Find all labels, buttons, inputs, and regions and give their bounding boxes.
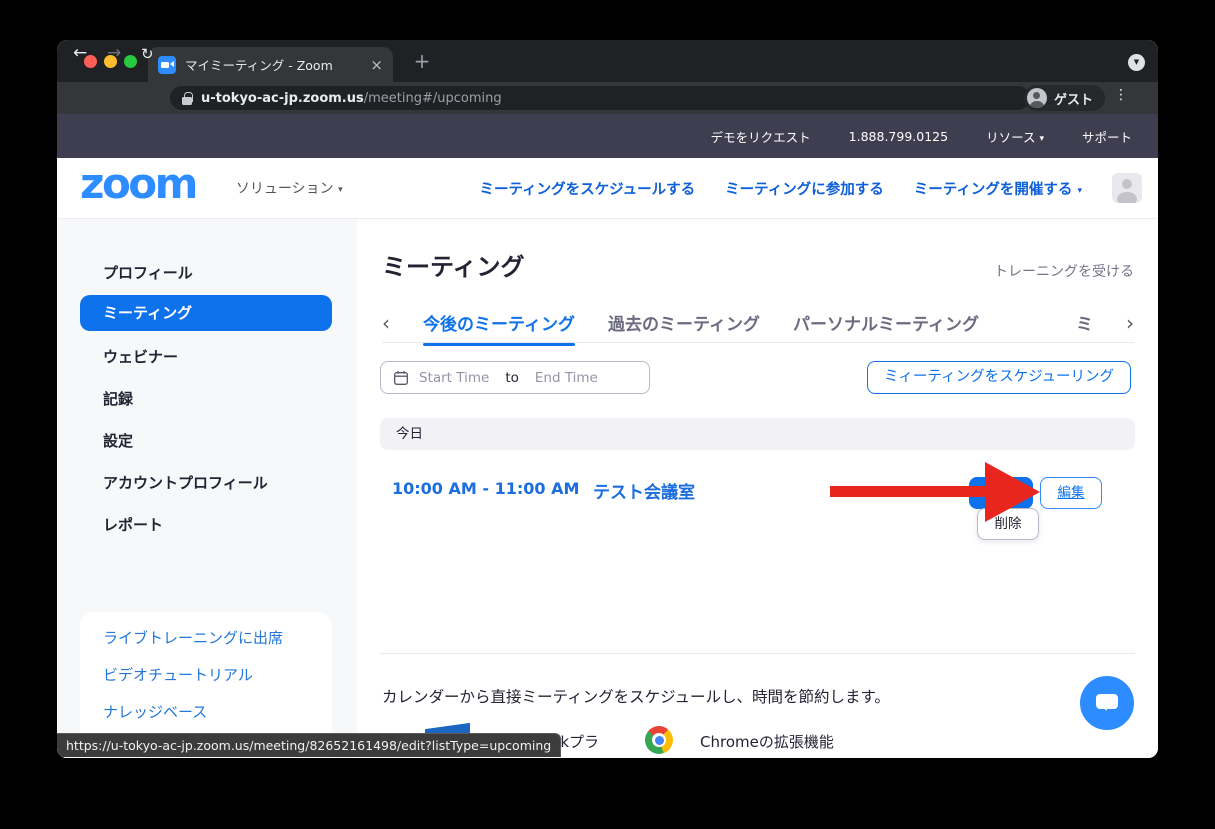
sidebar-item-account-profile[interactable]: アカウントプロフィール — [103, 472, 268, 493]
body-area: プロフィール ミーティング ウェビナー 記録 設定 アカウントプロフィール レポ… — [57, 219, 1158, 758]
start-time-input[interactable]: Start Time — [419, 370, 489, 386]
request-demo-link[interactable]: デモをリクエスト — [711, 127, 811, 146]
page-content: デモをリクエスト 1.888.799.0125 リソース ▾ サポート zoom… — [57, 114, 1158, 758]
section-divider — [380, 653, 1135, 654]
schedule-meeting-link[interactable]: ミーティングをスケジュールする — [480, 178, 696, 199]
tab-previous[interactable]: 過去のミーティング — [608, 310, 760, 335]
browser-menu-icon[interactable]: ⋮ — [1114, 87, 1128, 103]
chat-support-button[interactable] — [1080, 676, 1134, 730]
tab-search-icon[interactable]: ▼ — [1128, 54, 1145, 71]
chrome-icon — [645, 726, 673, 754]
maximize-window-button[interactable] — [124, 55, 137, 68]
video-tutorials-link[interactable]: ビデオチュートリアル — [103, 664, 253, 685]
get-training-link[interactable]: トレーニングを受ける — [994, 261, 1134, 281]
guest-label: ゲスト — [1054, 89, 1093, 108]
support-link[interactable]: サポート — [1082, 127, 1132, 146]
tab-truncated[interactable]: ミ — [1076, 310, 1093, 335]
tab-title: マイミーティング - Zoom — [185, 55, 364, 74]
to-label: to — [505, 370, 519, 386]
calendar-icon — [393, 370, 409, 386]
speech-bubble-icon — [1096, 694, 1118, 709]
calendar-promo-text: カレンダーから直接ミーティングをスケジュールし、時間を節約します。 — [382, 685, 890, 707]
chevron-down-icon: ▾ — [1077, 186, 1082, 196]
back-button[interactable]: ← — [73, 43, 87, 63]
chevron-right-icon[interactable]: › — [1126, 311, 1134, 335]
red-arrow-head — [985, 462, 1040, 522]
tab-close-icon[interactable]: × — [370, 56, 383, 74]
url-path: /meeting#/upcoming — [364, 91, 502, 106]
live-training-link[interactable]: ライブトレーニングに出席 — [103, 627, 283, 648]
sidebar-item-webinars[interactable]: ウェビナー — [103, 346, 178, 367]
address-bar[interactable]: u-tokyo-ac-jp.zoom.us /meeting#/upcoming — [170, 86, 1030, 110]
join-meeting-link[interactable]: ミーティングに参加する — [725, 178, 884, 199]
date-range-picker[interactable]: Start Time to End Time — [380, 361, 650, 394]
top-utility-bar: デモをリクエスト 1.888.799.0125 リソース ▾ サポート — [57, 114, 1158, 158]
solutions-menu[interactable]: ソリューション ▾ — [236, 178, 343, 198]
phone-number-link[interactable]: 1.888.799.0125 — [849, 129, 948, 144]
tab-personal[interactable]: パーソナルミーティング — [793, 310, 979, 335]
site-header: zoom ソリューション ▾ ミーティングをスケジュールする ミーティングに参加… — [57, 158, 1158, 219]
chevron-down-icon: ▾ — [1039, 134, 1044, 144]
sidebar-item-reports[interactable]: レポート — [103, 514, 163, 535]
knowledge-base-link[interactable]: ナレッジベース — [103, 701, 207, 722]
guest-profile-button[interactable]: ゲスト — [1024, 85, 1105, 111]
chrome-extension-link[interactable]: Chromeの拡張機能 — [700, 731, 834, 752]
browser-window: マイミーティング - Zoom × + ▼ ← → ↻ u-tokyo-ac-j… — [57, 40, 1158, 758]
sidebar-item-settings[interactable]: 設定 — [103, 430, 133, 451]
url-domain: u-tokyo-ac-jp.zoom.us — [201, 91, 364, 106]
resources-menu[interactable]: リソース ▾ — [986, 127, 1044, 146]
reload-button[interactable]: ↻ — [141, 45, 154, 63]
zoom-logo[interactable]: zoom — [80, 165, 196, 211]
main-content: ミーティング トレーニングを受ける ‹ 今後のミーティング 過去のミーティング … — [357, 219, 1158, 758]
meeting-tabs: ‹ 今後のミーティング 過去のミーティング パーソナルミーティング ミ › — [382, 303, 1134, 343]
sidebar-item-recordings[interactable]: 記録 — [103, 388, 133, 409]
end-time-input[interactable]: End Time — [535, 370, 598, 386]
guest-avatar-icon — [1027, 88, 1047, 108]
meeting-topic-link[interactable]: テスト会議室 — [593, 478, 695, 503]
chevron-down-icon: ▾ — [338, 185, 343, 195]
sidebar-item-meetings[interactable]: ミーティング — [80, 295, 332, 331]
sidebar-item-profile[interactable]: プロフィール — [103, 262, 193, 283]
user-avatar[interactable] — [1112, 173, 1142, 203]
zoom-favicon-icon — [158, 56, 176, 74]
schedule-meeting-button[interactable]: ミィーティングをスケジューリング — [867, 361, 1131, 394]
host-meeting-menu[interactable]: ミーティングを開催する ▾ — [914, 178, 1082, 199]
red-arrow-annotation — [830, 486, 990, 497]
date-group-header: 今日 — [380, 418, 1135, 450]
tab-upcoming[interactable]: 今後のミーティング — [423, 310, 575, 335]
sidebar: プロフィール ミーティング ウェビナー 記録 設定 アカウントプロフィール レポ… — [57, 219, 357, 758]
page-title: ミーティング — [382, 247, 525, 282]
browser-tab[interactable]: マイミーティング - Zoom × — [148, 47, 393, 82]
tab-strip: マイミーティング - Zoom × + ▼ — [57, 40, 1158, 82]
status-bar-url: https://u-tokyo-ac-jp.zoom.us/meeting/82… — [57, 733, 561, 757]
forward-button[interactable]: → — [107, 43, 121, 63]
new-tab-button[interactable]: + — [409, 48, 435, 74]
meeting-time: 10:00 AM - 11:00 AM — [392, 479, 579, 498]
lock-icon — [182, 92, 192, 105]
chevron-left-icon[interactable]: ‹ — [382, 311, 390, 335]
edit-button[interactable]: 編集 — [1040, 477, 1102, 509]
header-links: ミーティングをスケジュールする ミーティングに参加する ミーティングを開催する … — [480, 173, 1143, 203]
